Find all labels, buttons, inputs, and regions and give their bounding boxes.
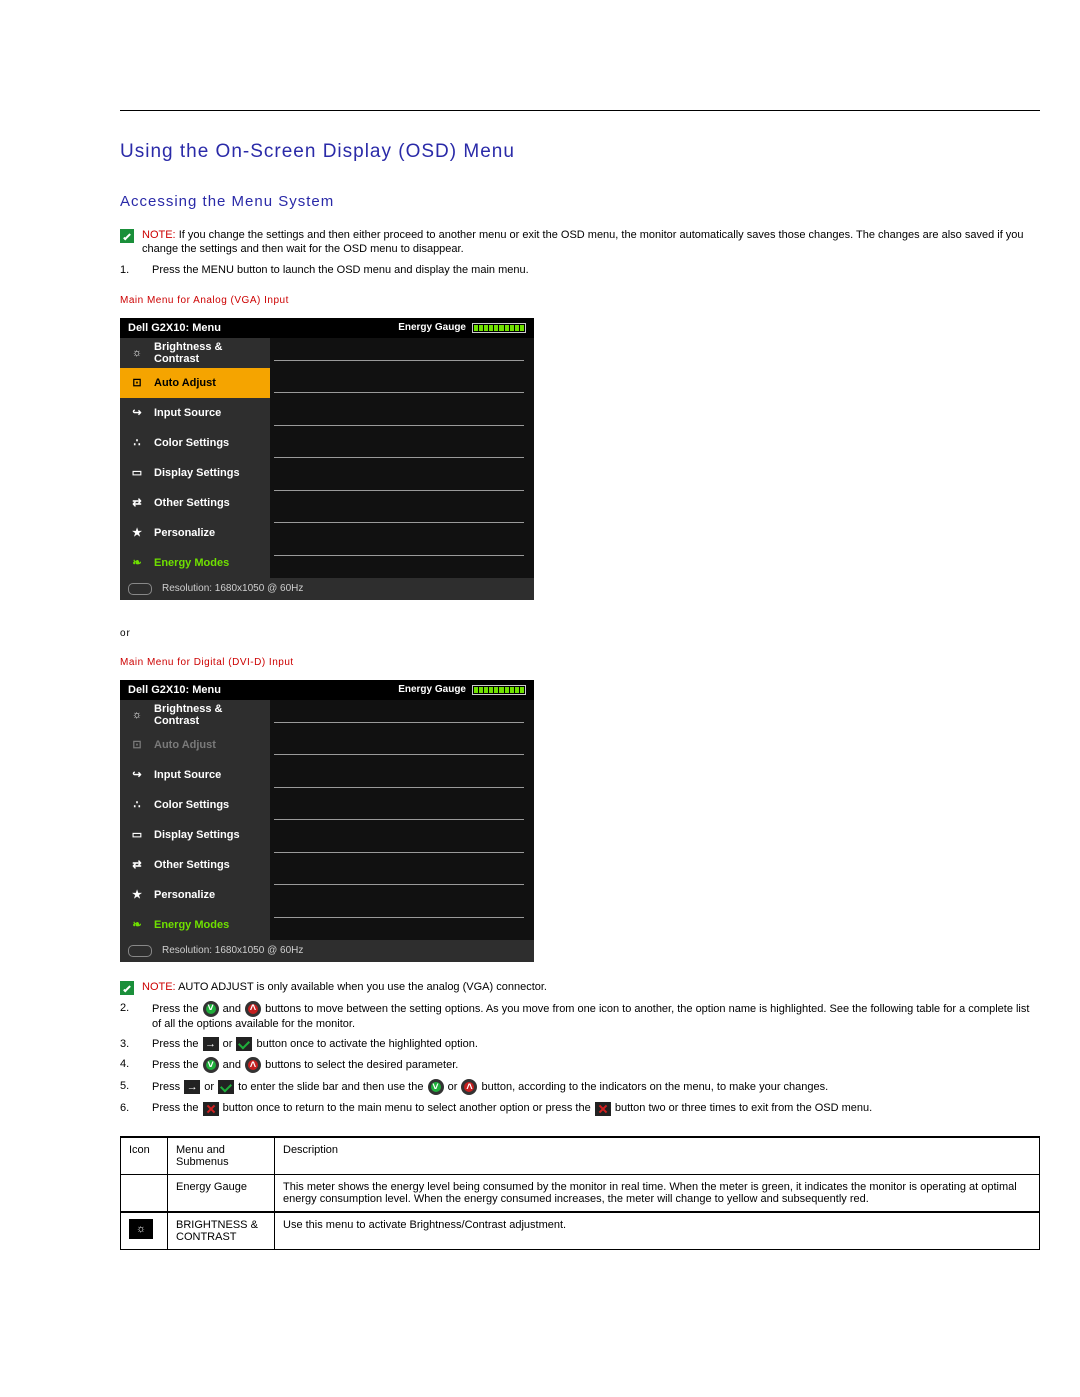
down-button-icon: ˅ (203, 1001, 219, 1017)
osd-item-other-settings[interactable]: ⇄Other Settings (120, 850, 270, 880)
color-settings-icon: ∴ (128, 797, 146, 813)
step-2: 2. Press the ˅ and ˄ buttons to move bet… (120, 1001, 1040, 1031)
osd-item-color-settings[interactable]: ∴Color Settings (120, 428, 270, 458)
table-row: ☼ BRIGHTNESS & CONTRAST Use this menu to… (121, 1212, 1040, 1250)
osd-item-brightness[interactable]: ☼Brightness & Contrast (120, 338, 270, 368)
osd-item-personalize[interactable]: ★Personalize (120, 518, 270, 548)
osd-item-display-settings[interactable]: ▭Display Settings (120, 458, 270, 488)
brightness-icon: ☼ (128, 345, 146, 361)
personalize-icon: ★ (128, 525, 146, 541)
brightness-icon: ☼ (128, 707, 146, 723)
osd-item-display-settings[interactable]: ▭Display Settings (120, 820, 270, 850)
section-rule (120, 110, 1040, 111)
osd-item-energy-modes[interactable]: ❧Energy Modes (120, 548, 270, 578)
step-4: 4. Press the ˅ and ˄ buttons to select t… (120, 1057, 1040, 1073)
dell-logo (128, 945, 152, 957)
other-settings-icon: ⇄ (128, 857, 146, 873)
note-text: AUTO ADJUST is only available when you u… (178, 981, 547, 993)
osd-menu-vga: Dell G2X10: Menu Energy Gauge ☼Brightnes… (120, 318, 534, 600)
note-text: If you change the settings and then eith… (142, 229, 1024, 255)
step-3: 3. Press the → or button once to activat… (120, 1037, 1040, 1051)
energy-modes-icon: ❧ (128, 917, 146, 933)
subsection-heading: Accessing the Menu System (120, 193, 1040, 210)
down-button-icon: ˅ (428, 1079, 444, 1095)
section-heading: Using the On-Screen Display (OSD) Menu (120, 141, 1040, 163)
osd-footer: Resolution: 1680x1050 @ 60Hz (120, 578, 534, 600)
osd-item-other-settings[interactable]: ⇄Other Settings (120, 488, 270, 518)
energy-gauge (472, 323, 526, 333)
personalize-icon: ★ (128, 887, 146, 903)
exit-button-icon (595, 1102, 611, 1116)
enter-button-icon: → (184, 1080, 200, 1094)
energy-gauge-label: Energy Gauge (398, 322, 466, 333)
brightness-icon: ☼ (129, 1219, 153, 1239)
osd-resolution: Resolution: 1680x1050 @ 60Hz (162, 945, 303, 956)
note-2: NOTE: AUTO ADJUST is only available when… (120, 980, 1040, 995)
enter-button-icon: → (203, 1037, 219, 1051)
note-icon (120, 981, 134, 995)
energy-gauge-label: Energy Gauge (398, 684, 466, 695)
caption-vga: Main Menu for Analog (VGA) Input (120, 295, 1040, 306)
energy-modes-icon: ❧ (128, 555, 146, 571)
display-settings-icon: ▭ (128, 465, 146, 481)
osd-item-energy-modes[interactable]: ❧Energy Modes (120, 910, 270, 940)
osd-item-auto-adjust[interactable]: ⊡Auto Adjust (120, 368, 270, 398)
note-1: NOTE: If you change the settings and the… (120, 228, 1040, 257)
th-desc: Description (275, 1137, 1040, 1175)
table-row: Energy Gauge This meter shows the energy… (121, 1174, 1040, 1212)
note-label: NOTE: (142, 229, 176, 241)
up-button-icon: ˄ (245, 1001, 261, 1017)
step-6: 6. Press the button once to return to th… (120, 1101, 1040, 1115)
osd-submenu-area (270, 338, 534, 578)
other-settings-icon: ⇄ (128, 495, 146, 511)
osd-title: Dell G2X10: Menu (128, 684, 221, 696)
osd-item-brightness[interactable]: ☼Brightness & Contrast (120, 700, 270, 730)
osd-item-input-source[interactable]: ↪Input Source (120, 398, 270, 428)
display-settings-icon: ▭ (128, 827, 146, 843)
th-icon: Icon (121, 1137, 168, 1175)
note-label: NOTE: (142, 981, 176, 993)
up-button-icon: ˄ (461, 1079, 477, 1095)
description-table: Icon Menu and Submenus Description Energ… (120, 1136, 1040, 1250)
osd-menu-dvi: Dell G2X10: Menu Energy Gauge ☼Brightnes… (120, 680, 534, 962)
caption-dvi: Main Menu for Digital (DVI-D) Input (120, 657, 1040, 668)
auto-adjust-icon: ⊡ (128, 737, 146, 753)
input-source-icon: ↪ (128, 767, 146, 783)
color-settings-icon: ∴ (128, 435, 146, 451)
osd-resolution: Resolution: 1680x1050 @ 60Hz (162, 583, 303, 594)
exit-button-icon (203, 1102, 219, 1116)
or-label: or (120, 628, 1040, 639)
osd-item-auto-adjust: ⊡Auto Adjust (120, 730, 270, 760)
dell-logo (128, 583, 152, 595)
up-button-icon: ˄ (245, 1057, 261, 1073)
osd-footer: Resolution: 1680x1050 @ 60Hz (120, 940, 534, 962)
energy-gauge (472, 685, 526, 695)
osd-menu-list: ☼Brightness & Contrast ⊡Auto Adjust ↪Inp… (120, 338, 270, 578)
step-5: 5. Press → or to enter the slide bar and… (120, 1079, 1040, 1095)
osd-menu-list: ☼Brightness & Contrast ⊡Auto Adjust ↪Inp… (120, 700, 270, 940)
osd-item-color-settings[interactable]: ∴Color Settings (120, 790, 270, 820)
osd-submenu-area (270, 700, 534, 940)
auto-adjust-icon: ⊡ (128, 375, 146, 391)
step-1: 1. Press the MENU button to launch the O… (120, 263, 1040, 277)
osd-item-personalize[interactable]: ★Personalize (120, 880, 270, 910)
down-button-icon: ˅ (203, 1057, 219, 1073)
input-source-icon: ↪ (128, 405, 146, 421)
note-icon (120, 229, 134, 243)
ok-button-icon (218, 1080, 234, 1094)
ok-button-icon (236, 1037, 252, 1051)
osd-title: Dell G2X10: Menu (128, 322, 221, 334)
th-menu: Menu and Submenus (168, 1137, 275, 1175)
osd-item-input-source[interactable]: ↪Input Source (120, 760, 270, 790)
